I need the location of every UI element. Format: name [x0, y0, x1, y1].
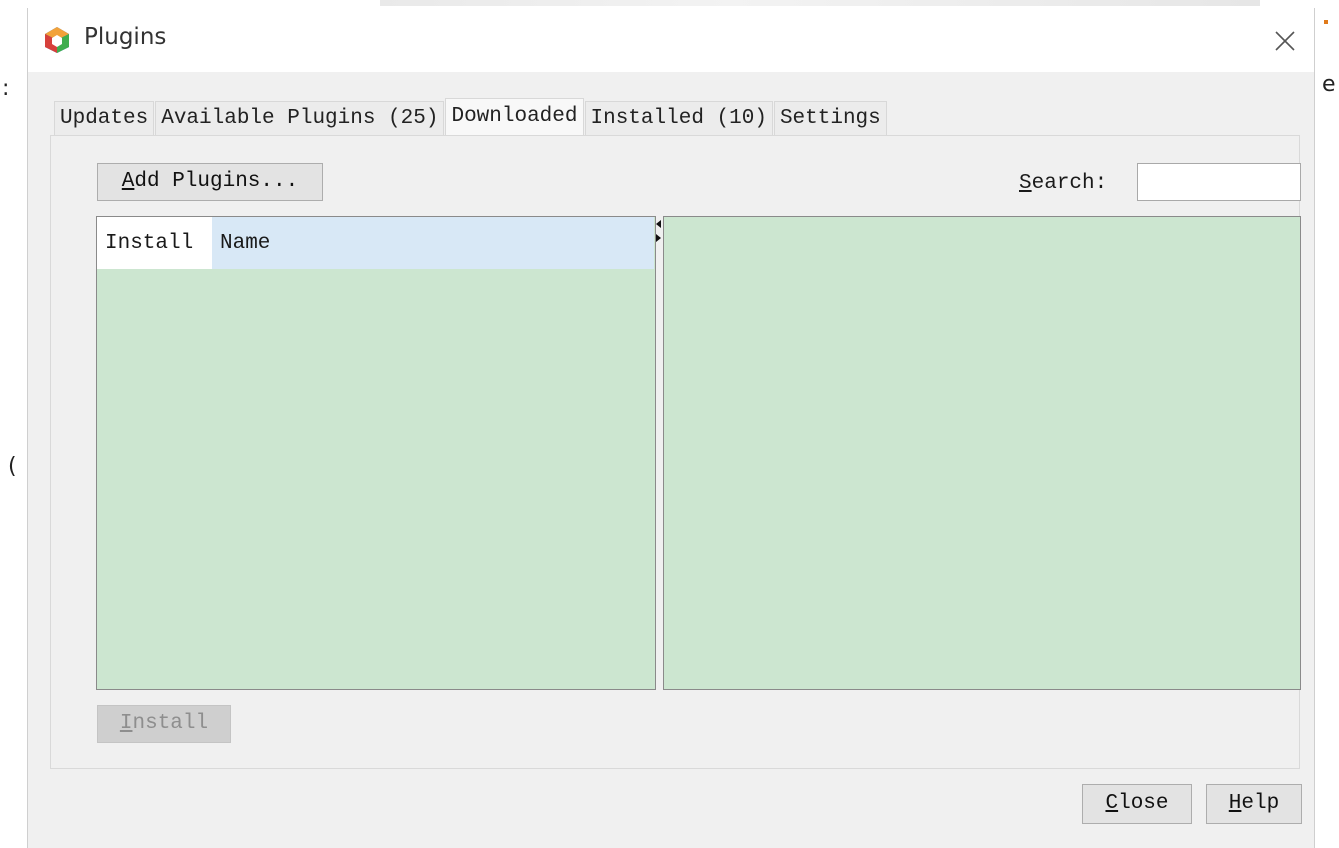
close-x-icon[interactable]	[1270, 26, 1300, 56]
collapse-left-icon[interactable]	[656, 220, 661, 228]
close-button[interactable]: Close	[1082, 784, 1192, 824]
collapse-right-icon[interactable]	[656, 234, 661, 242]
install-button[interactable]: Install	[97, 705, 231, 743]
help-mnemonic: H	[1228, 792, 1242, 815]
search-input[interactable]	[1137, 163, 1301, 201]
search-label-text: earch:	[1031, 172, 1108, 195]
tab-updates[interactable]: Updates	[54, 101, 155, 136]
tab-settings[interactable]: Settings	[773, 101, 887, 136]
column-header-name[interactable]: Name	[212, 217, 654, 269]
netbeans-cube-icon	[45, 27, 69, 53]
background-accent-dot	[1324, 20, 1328, 24]
tab-installed[interactable]: Installed (10)	[584, 101, 773, 136]
table-header: Install Name	[97, 217, 654, 269]
help-label: elp	[1241, 792, 1280, 815]
help-button[interactable]: Help	[1206, 784, 1302, 824]
search-label: Search:	[1019, 172, 1107, 195]
background-window-strip	[380, 0, 1260, 6]
plugins-table[interactable]: Install Name	[96, 216, 656, 690]
window-title: Plugins	[84, 24, 167, 50]
tab-available-plugins[interactable]: Available Plugins (25)	[155, 101, 445, 136]
column-header-install[interactable]: Install	[97, 217, 212, 269]
background-glyph: :	[2, 76, 10, 101]
downloaded-panel: Add Plugins... Search: Install Name Inst…	[50, 135, 1301, 769]
install-mnemonic: I	[119, 712, 133, 735]
tab-strip: Updates Available Plugins (25) Downloade…	[54, 96, 888, 137]
close-mnemonic: C	[1105, 792, 1119, 815]
search-mnemonic: S	[1019, 172, 1032, 195]
title-bar: Plugins	[28, 8, 1314, 72]
plugin-details-pane	[663, 216, 1301, 690]
plugins-dialog: Plugins Updates Available Plugins (25) D…	[27, 8, 1315, 848]
close-label: lose	[1118, 792, 1169, 815]
background-glyph: (	[8, 454, 17, 479]
install-label: nstall	[132, 712, 209, 735]
tab-downloaded[interactable]: Downloaded	[445, 98, 584, 137]
pane-splitter[interactable]	[656, 216, 663, 690]
add-plugins-button[interactable]: Add Plugins...	[97, 163, 323, 201]
add-plugins-label: dd Plugins...	[134, 170, 299, 193]
background-glyph: e	[1322, 72, 1336, 97]
add-plugins-mnemonic: A	[121, 170, 135, 193]
